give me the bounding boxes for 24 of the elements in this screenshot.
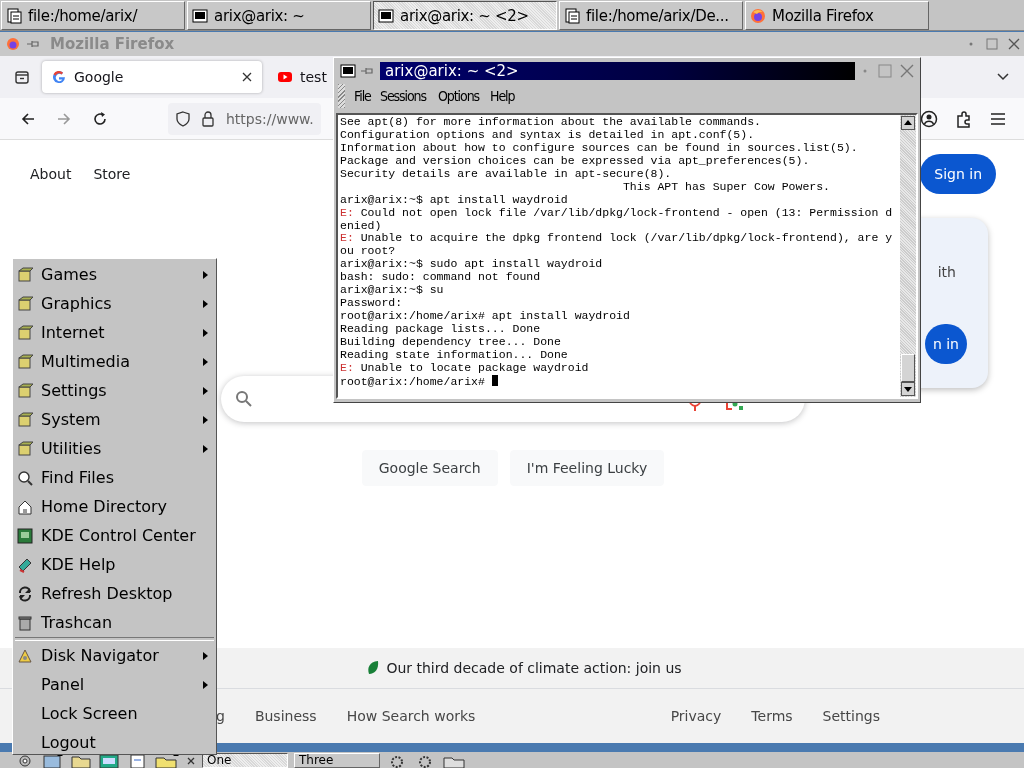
terminal-line: Reading package lists... Done: [340, 323, 542, 336]
terminal-line: Configuration options and syntax is detailed in apt.conf(5).: [340, 128, 756, 142]
terminal-line: E: Unable to acquire the dpkg frontend lock (/var/lib/dpkg/lock-frontend), are y: [340, 232, 894, 246]
terminal-line: This APT has Super Cow Powers.: [621, 180, 831, 194]
terminal-line: Information about how to configure sources can be found in sources.list(5).: [340, 141, 859, 155]
terminal-line: enied): [340, 219, 383, 233]
promo-text: ith: [937, 264, 956, 280]
terminal-line: Building dependency tree... Done: [340, 335, 562, 349]
terminal-line: Package and version choices can be expressed via apt_preferences(5).: [340, 154, 811, 168]
terminal-line: bash: sudo: command not found: [340, 271, 542, 285]
terminal-line: ou root?: [340, 245, 397, 259]
terminal-line: E: Could not open lock file /var/lib/dpkg/lock-frontend - open (13: Permission d: [340, 206, 894, 220]
terminal-line: arix@arix:~$ sudo apt install waydroid: [340, 258, 604, 272]
window-title: arix@arix: ~ <2>: [380, 62, 855, 80]
window-title: Mozilla Firefox: [50, 35, 175, 53]
terminal-line: Reading state information... Done: [340, 348, 569, 362]
terminal-line: arix@arix:~$ apt install waydroid: [340, 193, 569, 207]
terminal-line: Password:: [340, 297, 404, 311]
terminal-line: See apt(8) for more information about the available commands.: [340, 116, 762, 129]
terminal-line: root@arix:/home/arix#: [340, 374, 898, 388]
terminal-line: Security details are available in apt-secure(8).: [340, 167, 673, 181]
terminal-line: arix@arix:~$ su: [340, 284, 445, 298]
terminal-line: E: Unable to locate package waydroid: [340, 361, 590, 375]
terminal-line: root@arix:/home/arix# apt install waydroid: [340, 310, 631, 323]
